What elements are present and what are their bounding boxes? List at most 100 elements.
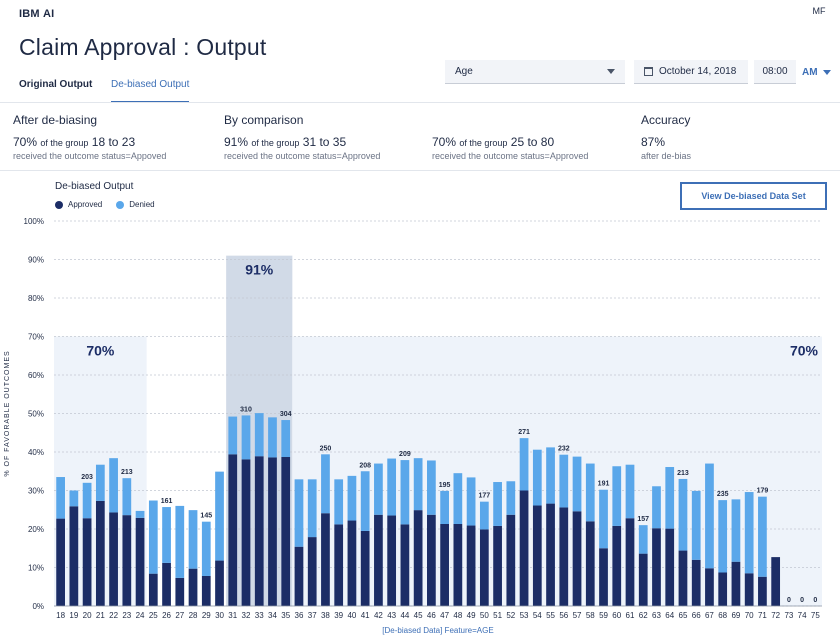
x-tick-label: 54 <box>533 611 542 620</box>
feature-select-value: Age <box>455 66 473 77</box>
brand-suffix: AI <box>43 8 55 20</box>
bar-denied <box>479 501 489 530</box>
data-label: 213 <box>121 469 133 476</box>
data-label: 191 <box>598 481 610 488</box>
x-tick-label: 70 <box>745 611 754 620</box>
bar-approved <box>109 512 118 606</box>
stat-mid: of the group <box>251 138 300 148</box>
bar-approved <box>95 500 105 606</box>
bar-denied <box>546 447 555 504</box>
ampm-select[interactable]: AM <box>802 60 831 84</box>
stat-main: 91% of the group 31 to 35 <box>224 135 380 149</box>
x-tick-label: 28 <box>189 611 198 620</box>
bar-denied <box>69 490 79 507</box>
date-picker[interactable]: October 14, 2018 <box>634 60 748 84</box>
x-tick-label: 53 <box>520 611 529 620</box>
bar-approved <box>665 528 675 606</box>
bar-approved <box>69 506 79 606</box>
time-input[interactable]: 08:00 <box>754 60 796 84</box>
bar-approved <box>638 553 648 606</box>
y-tick-label: 100% <box>24 217 44 226</box>
brand-logo[interactable]: IBM AI <box>19 8 54 20</box>
x-tick-label: 47 <box>440 611 449 620</box>
bar-denied <box>347 475 357 521</box>
x-tick-label: 63 <box>652 611 661 620</box>
bar-denied <box>400 460 410 525</box>
bar-approved <box>427 514 436 606</box>
bar-approved <box>519 490 529 606</box>
bar-approved <box>652 528 661 606</box>
date-value: October 14, 2018 <box>659 66 737 77</box>
stat-heading: Accuracy <box>641 113 691 127</box>
bar-denied <box>744 492 754 574</box>
stat-sub: received the outcome status=Approved <box>224 151 381 161</box>
bar-approved <box>506 514 516 606</box>
ampm-value: AM <box>802 66 818 78</box>
bar-approved <box>82 518 92 606</box>
stat-main: 70% of the group 18 to 23 <box>13 135 166 149</box>
bar-approved <box>334 524 344 606</box>
bar-denied <box>440 490 449 524</box>
bar-denied <box>188 510 198 569</box>
stat-comparison-group: 70% of the group 25 to 80 received the o… <box>432 113 588 161</box>
bar-denied <box>652 486 661 529</box>
bar-denied <box>122 478 132 516</box>
bar-approved <box>374 514 383 606</box>
bar-approved <box>559 507 569 606</box>
x-tick-label: 19 <box>69 611 78 620</box>
y-tick-label: 10% <box>28 564 44 573</box>
bar-denied <box>387 458 397 516</box>
bar-approved <box>56 518 65 606</box>
stat-range: 31 to 35 <box>302 135 347 149</box>
x-tick-label: 31 <box>228 611 237 620</box>
data-label: 0 <box>813 597 817 604</box>
chart-legend: Approved Denied <box>55 200 155 209</box>
y-tick-label: 80% <box>28 294 44 303</box>
legend-item-approved[interactable]: Approved <box>55 200 102 209</box>
tab-original-output[interactable]: Original Output <box>19 79 92 90</box>
bar-denied <box>215 471 224 561</box>
x-tick-label: 68 <box>718 611 727 620</box>
x-tick-label: 57 <box>573 611 582 620</box>
stats-divider <box>0 170 840 171</box>
stat-mid: of the group <box>459 138 508 148</box>
bar-approved <box>572 511 582 606</box>
view-debiased-data-set-button[interactable]: View De-biased Data Set <box>680 182 827 210</box>
x-tick-label: 61 <box>626 611 635 620</box>
bar-approved <box>162 562 171 606</box>
bar-approved <box>254 456 264 606</box>
data-label: 179 <box>757 488 769 495</box>
tab-debiased-output[interactable]: De-biased Output <box>111 79 190 103</box>
bar-approved <box>440 523 449 606</box>
feature-select[interactable]: Age <box>445 60 625 84</box>
data-label: 209 <box>399 451 411 458</box>
data-label: 304 <box>280 411 292 418</box>
bar-denied <box>572 456 582 512</box>
bar-approved <box>321 513 330 606</box>
data-label: 203 <box>81 474 93 481</box>
bar-denied <box>281 420 291 458</box>
data-label: 157 <box>637 516 649 523</box>
x-tick-label: 74 <box>798 611 807 620</box>
x-tick-label: 36 <box>295 611 304 620</box>
bar-approved <box>771 557 781 606</box>
x-tick-label: 48 <box>453 611 462 620</box>
x-tick-label: 38 <box>321 611 330 620</box>
x-tick-label: 25 <box>149 611 158 620</box>
data-label: 208 <box>359 462 371 469</box>
x-tick-label: 41 <box>361 611 370 620</box>
bar-approved <box>347 520 357 606</box>
avatar[interactable]: MF <box>808 2 830 20</box>
x-tick-label: 33 <box>255 611 264 620</box>
x-tick-label: 69 <box>731 611 740 620</box>
bar-denied <box>612 466 622 526</box>
x-axis-title: [De-biased Data] Feature=AGE <box>382 626 493 635</box>
bar-denied <box>109 458 118 513</box>
y-tick-label: 30% <box>28 487 44 496</box>
bar-denied <box>638 525 648 554</box>
stat-range: 25 to 80 <box>510 135 555 149</box>
bar-denied <box>56 477 65 519</box>
bar-denied <box>294 479 304 547</box>
legend-item-denied[interactable]: Denied <box>116 200 155 209</box>
bar-approved <box>148 573 158 606</box>
